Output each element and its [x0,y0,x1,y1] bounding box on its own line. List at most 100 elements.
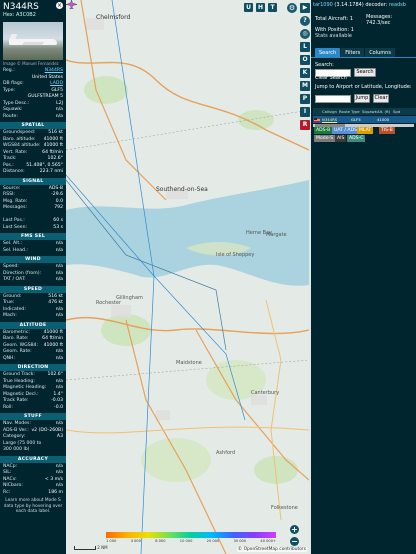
help-icon[interactable]: ? [300,16,310,26]
detail-row-1-3-value: 792 [54,205,63,210]
map-label: Maidstone [176,360,202,366]
zoom-out-button[interactable]: − [290,537,299,546]
aircraft-photo[interactable] [3,22,63,60]
info-footer: Learn more about Mode S data type by hov… [3,498,63,514]
detail-row-6-5: Roll: -0.0 [0,405,66,412]
jump-button[interactable]: Jump [354,94,370,103]
detail-row-6-5-label: Roll: [3,404,13,410]
legend-mlat[interactable]: MLAT [357,127,374,134]
toggle-button-l[interactable]: L [300,42,310,52]
detail-row-4-3-value: n/a [55,313,63,318]
map-button-t[interactable]: T [268,3,277,12]
column-altitude[interactable]: Alt. (ft) [376,108,392,115]
detail-row-3-2-value: n/a [55,277,63,282]
detail-row-1-3-label: Messages: [3,205,28,210]
map-button-h[interactable]: H [256,3,265,12]
detail-row-1-6: Last Seen: 53 s [0,225,66,232]
map-label: Southend-on-Sea [156,186,208,193]
legend-ads-b[interactable]: ADS-B [314,127,333,134]
aircraft-marker-icon[interactable] [66,0,77,9]
section-header-direction: DIRECTION [0,364,66,371]
aircraft-info-panel: N344RS Hex: A3C0B2 × Image © Manuel Fern… [0,0,66,554]
column-speed[interactable]: Spd [392,108,402,115]
table-row[interactable]: N344RS GLF5 41000 [313,116,416,123]
stats-link[interactable]: Stats available [315,33,352,39]
column-callsign[interactable]: Callsign [321,108,338,115]
detail-row-2-1-value: n/a [55,247,63,253]
legend-ads-c[interactable]: ADS-C [347,135,366,142]
column-route[interactable]: Route [338,108,350,115]
zoom-in-button[interactable]: + [290,525,299,534]
column-flag[interactable] [313,108,321,115]
aircraft-list-panel: tar1090 (3.14.1784) decoder: readsb Tota… [311,0,416,554]
reset-view-icon[interactable]: ◎ [300,29,310,39]
detail-row-5-4-label: QNH: [3,355,16,361]
map-label: Folkestone [271,505,298,511]
flag-us-icon [313,116,321,123]
detail-row-8-4-value: 186 m [48,489,63,495]
detail-row-3-2: TAT / OAT: n/a [0,277,66,284]
row-altitude: 41000 [377,117,390,122]
photo-wing [22,42,44,45]
detail-row-2-1: Sel. Head.: n/a [0,248,66,255]
table-header: Callsign Route Type Squawk Alt. (ft) Spd [313,108,416,115]
reg-row-0-label: Reg.: [3,68,15,73]
collapse-sidebar-button[interactable]: ▶ [300,3,310,13]
detail-row-4-3-label: Mach: [3,313,17,318]
search-button[interactable]: Search [354,68,376,77]
altitude-tick: 20 000 [206,539,220,543]
aircraft-header: N344RS Hex: A3C0B2 × [0,0,66,22]
toggle-button-m[interactable]: M [300,81,310,91]
close-icon[interactable]: × [56,2,63,9]
row-callsign[interactable]: N344RS [321,116,338,123]
map-background [66,0,309,554]
map-view[interactable]: Chelmsford Southend-on-Sea Isle of Sheppey… [66,0,309,554]
map-label: Chelmsford [96,14,131,21]
detail-row-7-2-value: A3 [56,434,63,439]
map-control-strip: ▶ ? ◎ LOKMPIR [299,0,311,554]
clear-search-button[interactable]: Clear Search [315,75,347,84]
map-label: Isle of Sheppey [216,252,255,258]
legend-ais[interactable]: AIS [335,135,347,142]
section-header-wind: WIND [0,256,66,263]
total-aircraft: Total Aircraft: 1 [315,16,353,22]
map-label: Canterbury [251,390,280,396]
legend-mode-s[interactable]: Mode-S [314,135,336,142]
map-label: Herne Bay [246,230,273,236]
altitude-tick: 1 000 [106,539,117,543]
reg-row-7-value: n/a [55,113,63,119]
toggle-button-o[interactable]: O [300,55,310,65]
map-attribution[interactable]: © OpenStreetMap contributors [236,547,307,552]
section-header-accuracy: ACCURACY [0,455,66,463]
reg-row-7: Route: n/a [0,114,66,121]
toggle-button-i[interactable]: I [300,107,310,117]
row-type: GLF5 [351,117,361,122]
section-header-signal: SIGNAL [0,177,66,185]
jump-input[interactable] [315,95,351,103]
altitude-tick: 40 000+ [260,539,276,543]
settings-gear-icon[interactable]: ⚙ [287,3,297,13]
detail-row-6-5-value: -0.0 [54,404,63,410]
legend-tis-b[interactable]: TIS-B [379,127,395,134]
section-header-fms-sel: FMS SEL [0,233,66,240]
section-header-altitude: ALTITUDE [0,321,66,329]
toggle-button-k[interactable]: K [300,68,310,78]
column-squawk[interactable]: Squawk [361,108,377,115]
messages-rate: Messages: 742.3/sec [366,14,393,26]
jump-label: Jump to Airport or Latitude, Longitude: [315,84,412,90]
app-title: tar1090 (3.14.1784) decoder: readsb [313,2,406,8]
hex-code: Hex: A3C0B2 [3,12,36,18]
section-header-speed: SPEED [0,285,66,293]
toggle-button-p[interactable]: P [300,94,310,104]
detail-row-1-6-value: 53 s [53,224,63,230]
column-type[interactable]: Type [350,108,361,115]
scale-bar: 2 NM [74,545,108,550]
clear-button[interactable]: Clear [373,94,389,103]
reg-row-7-label: Route: [3,113,18,119]
map-button-u[interactable]: U [244,3,253,12]
registration-info: Reg.: N344RS United States DB flags: LADD Typ… [0,68,66,120]
section-header-spatial: SPATIAL [0,122,66,129]
toggle-button-r[interactable]: R [300,120,310,130]
map-label: Gillingham [116,295,143,301]
callsign: N344RS [3,2,39,12]
